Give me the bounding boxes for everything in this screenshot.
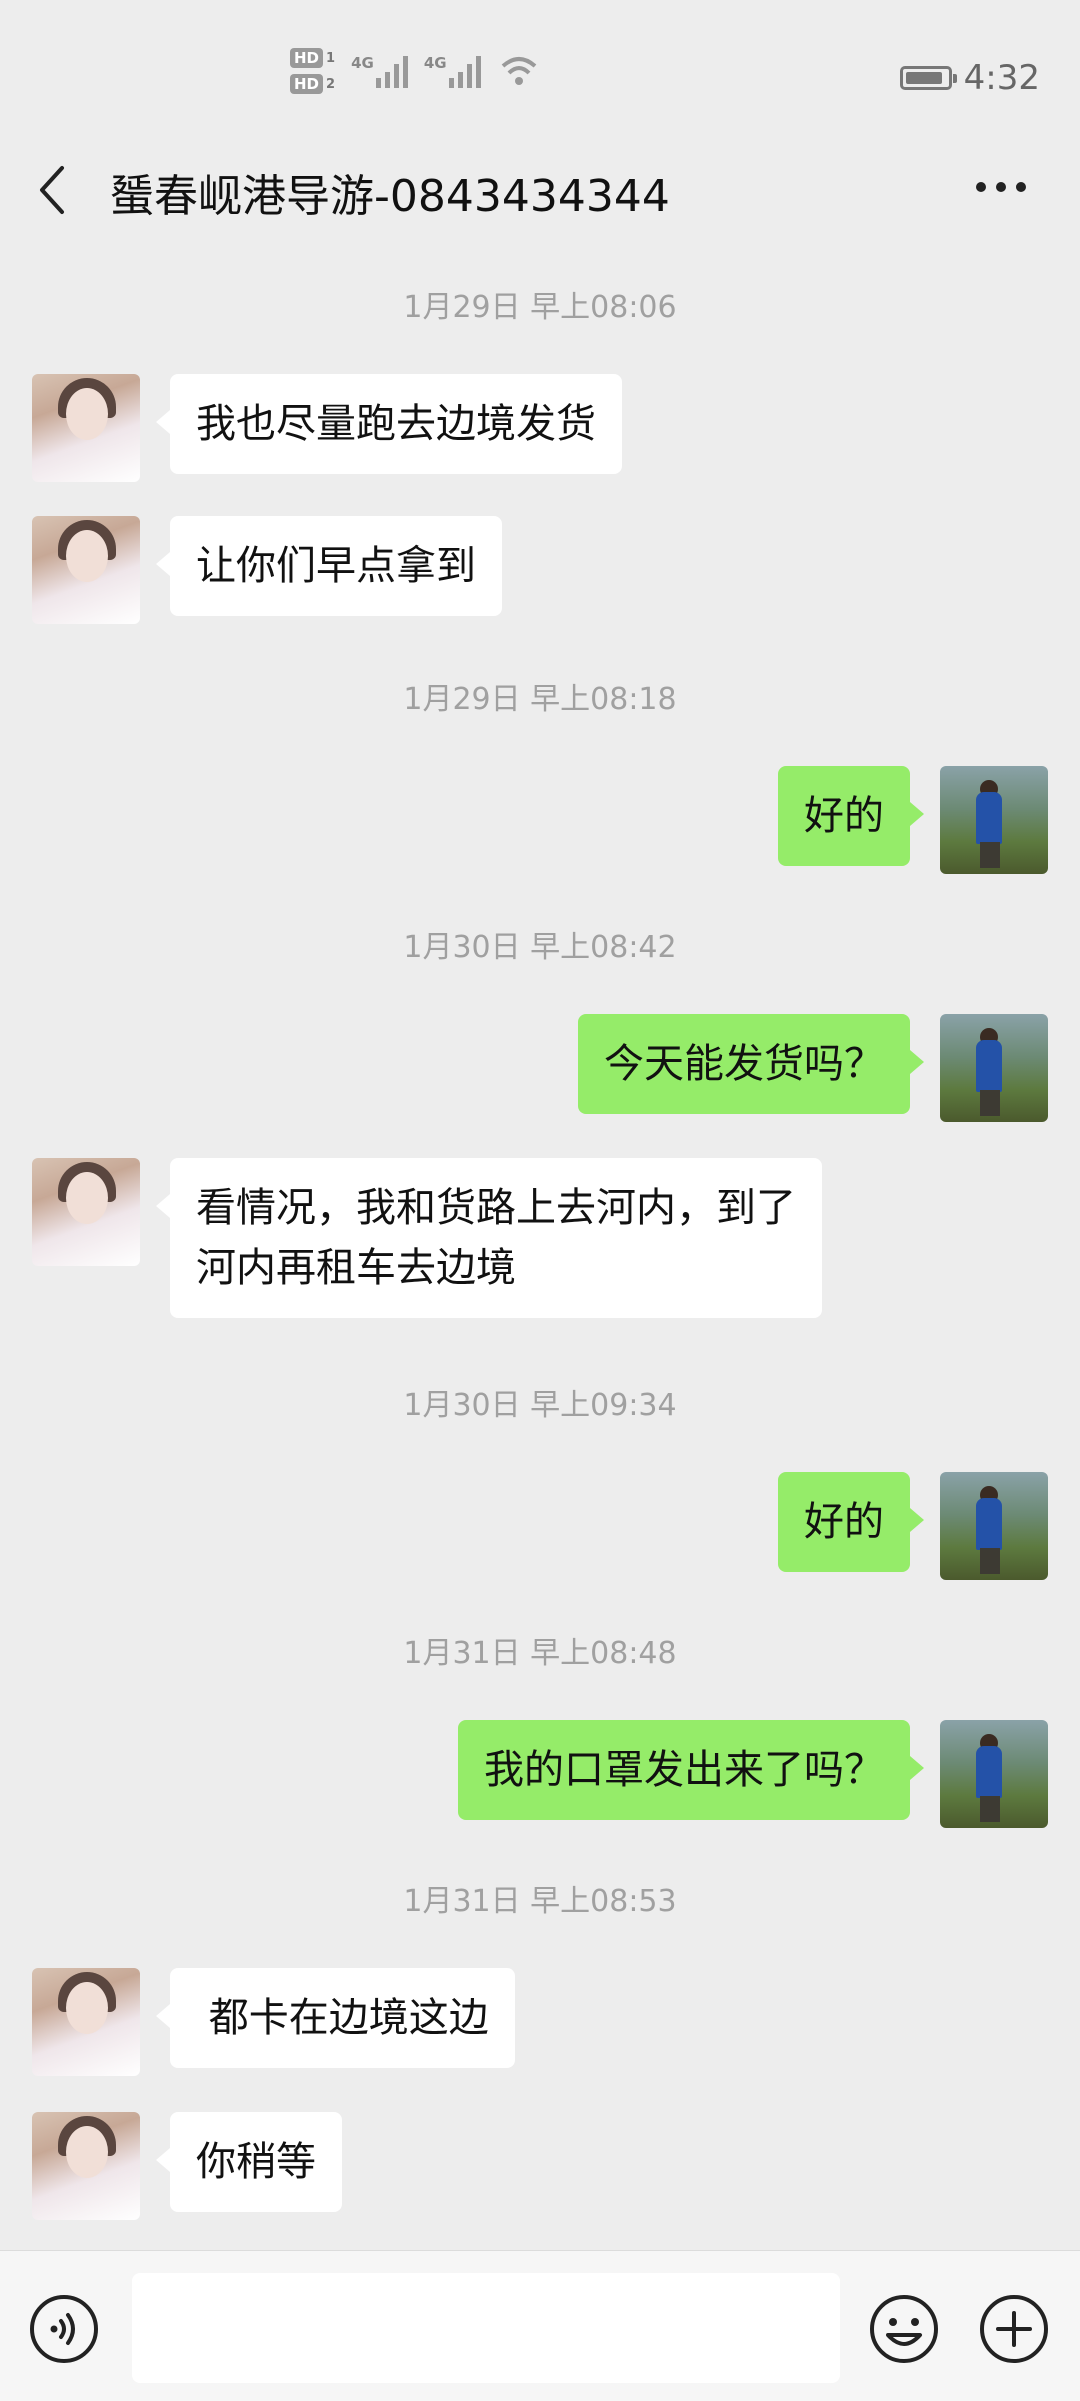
outgoing-message[interactable]: 好的 (778, 1472, 924, 1572)
battery-icon (899, 66, 957, 90)
input-bar (0, 2250, 1080, 2401)
timestamp: 1月31日 早上08:53 (403, 1884, 677, 1919)
contact-avatar[interactable] (32, 516, 140, 624)
incoming-message[interactable]: 让你们早点拿到 (156, 516, 502, 616)
contact-avatar[interactable] (32, 374, 140, 482)
clock: 4:32 (963, 58, 1040, 98)
chat-title: 蜑春岘港导游-0843434344 (110, 171, 670, 222)
hd-indicators: HD 1 HD 2 (290, 48, 335, 94)
status-bar: HD 1 HD 2 4G 4G 4:32 (0, 0, 1080, 140)
outgoing-message[interactable]: 我的口罩发出来了吗？ (458, 1720, 924, 1820)
outgoing-message[interactable]: 好的 (778, 766, 924, 866)
my-avatar[interactable] (940, 1720, 1048, 1828)
emoji-icon[interactable] (868, 2293, 940, 2365)
hd-2-num: 2 (326, 76, 336, 92)
network-2-label: 4G (423, 54, 447, 72)
my-avatar[interactable] (940, 766, 1048, 874)
hd-2-label: HD (290, 74, 324, 94)
plus-icon[interactable] (978, 2293, 1050, 2365)
contact-avatar[interactable] (32, 1968, 140, 2076)
hd-2-indicator: HD 2 (290, 74, 335, 94)
timestamp: 1月29日 早上08:18 (403, 682, 677, 717)
voice-icon[interactable] (28, 2293, 100, 2365)
my-avatar[interactable] (940, 1472, 1048, 1580)
hd-1-label: HD (290, 48, 324, 68)
incoming-message[interactable]: 都卡在边境这边 (156, 1968, 515, 2068)
message-line: 看情况，我和货路上去河内，到了 (196, 1185, 796, 1231)
battery-fill (905, 72, 942, 84)
outgoing-message[interactable]: 今天能发货吗？ (578, 1014, 924, 1114)
chat-header: 蜑春岘港导游-0843434344 (0, 140, 1080, 240)
hd-1-indicator: HD 1 (290, 48, 335, 68)
chevron-left-icon[interactable] (36, 164, 68, 216)
incoming-message[interactable]: 你稍等 (156, 2112, 342, 2212)
timestamp: 1月31日 早上08:48 (403, 1636, 677, 1671)
hd-1-num: 1 (326, 50, 336, 66)
message-line: 河内再租车去边境 (196, 1245, 516, 1291)
timestamp: 1月30日 早上09:34 (403, 1388, 677, 1423)
incoming-message[interactable]: 我也尽量跑去边境发货 (156, 374, 622, 474)
wifi-icon (501, 57, 536, 85)
my-avatar[interactable] (940, 1014, 1048, 1122)
incoming-message[interactable]: 看情况，我和货路上去河内，到了 河内再租车去边境 (156, 1158, 822, 1318)
timestamp: 1月30日 早上08:42 (403, 930, 677, 965)
contact-avatar[interactable] (32, 2112, 140, 2220)
status-bar-right: 4:32 (899, 58, 1040, 98)
signal-2-icon: 4G (424, 54, 481, 88)
network-1-label: 4G (351, 54, 374, 72)
contact-avatar[interactable] (32, 1158, 140, 1266)
timestamp: 1月29日 早上08:06 (403, 290, 677, 325)
message-input[interactable] (132, 2273, 840, 2383)
status-bar-signals: HD 1 HD 2 4G 4G (290, 48, 539, 94)
signal-1-icon: 4G (351, 54, 408, 88)
message-list[interactable]: 1月29日 早上08:06 我也尽量跑去边境发货 让你们早点拿到 1月29日 早… (0, 240, 1080, 2240)
more-dots-icon[interactable] (974, 180, 1028, 194)
